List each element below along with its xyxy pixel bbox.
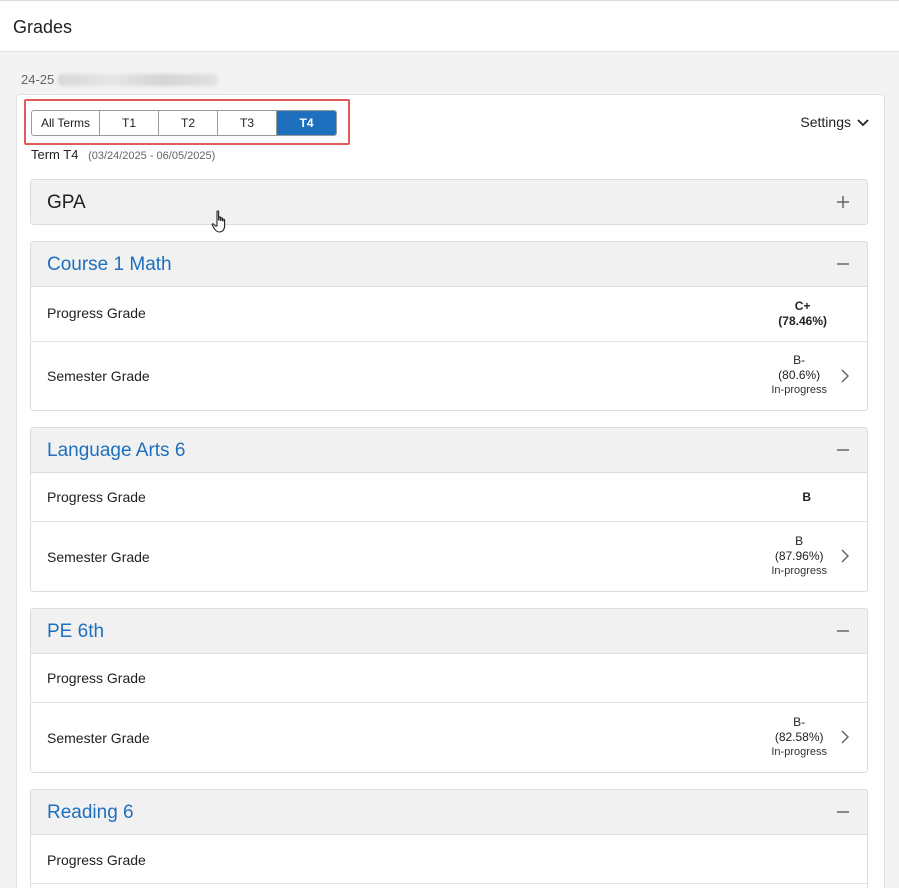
minus-icon[interactable]	[833, 621, 853, 641]
grade-letter: C+	[794, 299, 811, 313]
progress-grade-label: Progress Grade	[47, 852, 146, 868]
gpa-header[interactable]: GPA	[31, 180, 867, 224]
grade-status: In-progress	[771, 384, 827, 396]
semester-grade-label: Semester Grade	[47, 549, 150, 565]
course-name[interactable]: Reading 6	[47, 802, 134, 824]
course-header[interactable]: Course 1 Math	[31, 242, 867, 287]
chevron-right-icon[interactable]	[839, 369, 851, 383]
current-term-label: Term T4	[31, 147, 79, 162]
grade-letter: B	[802, 490, 811, 504]
gpa-card: GPA	[30, 179, 868, 225]
chevron-right-icon[interactable]	[839, 549, 851, 563]
highlight-box	[24, 99, 350, 145]
progress-grade-row: Progress Grade	[31, 835, 867, 884]
course-name[interactable]: Language Arts 6	[47, 440, 185, 462]
course-header[interactable]: Language Arts 6	[31, 428, 867, 473]
chevron-right-icon[interactable]	[839, 730, 851, 744]
hand-cursor-icon	[211, 210, 229, 239]
progress-grade-row: Progress Grade C+ (78.46%)	[31, 287, 867, 342]
progress-grade-label: Progress Grade	[47, 305, 146, 321]
semester-grade-label: Semester Grade	[47, 730, 150, 746]
course-name[interactable]: Course 1 Math	[47, 254, 172, 276]
course-card: Reading 6 Progress Grade	[30, 789, 868, 888]
minus-icon[interactable]	[833, 802, 853, 822]
progress-grade-label: Progress Grade	[47, 489, 146, 505]
semester-grade-value: B (87.96%) In-progress	[771, 534, 827, 579]
course-card: PE 6th Progress Grade Semester Grade B- …	[30, 608, 868, 773]
grade-status: In-progress	[771, 565, 827, 577]
progress-grade-row: Progress Grade	[31, 654, 867, 703]
progress-grade-row: Progress Grade B	[31, 473, 867, 522]
course-name[interactable]: PE 6th	[47, 621, 104, 643]
school-year-label: 24-25	[21, 72, 55, 87]
gpa-label: GPA	[47, 192, 86, 213]
grade-percent: (80.6%)	[778, 368, 821, 382]
course-header[interactable]: Reading 6	[31, 790, 867, 835]
course-header[interactable]: PE 6th	[31, 609, 867, 654]
minus-icon[interactable]	[833, 254, 853, 274]
grade-percent: (87.96%)	[774, 549, 824, 563]
semester-grade-row[interactable]: Semester Grade B- (82.58%) In-progress	[31, 703, 867, 772]
top-bar: Grades	[0, 0, 899, 52]
school-year-row: 24-25	[21, 72, 219, 87]
grade-letter: B-	[793, 353, 806, 367]
chevron-down-icon	[857, 114, 869, 130]
semester-grade-value: B- (82.58%) In-progress	[771, 715, 827, 760]
progress-grade-value: C+ (78.46%)	[778, 299, 827, 329]
semester-grade-row	[31, 884, 867, 888]
current-term-dates: (03/24/2025 - 06/05/2025)	[88, 150, 216, 162]
minus-icon[interactable]	[833, 440, 853, 460]
grade-percent: (78.46%)	[778, 314, 827, 328]
progress-grade-value: B	[802, 490, 811, 505]
course-card: Language Arts 6 Progress Grade B Semeste…	[30, 427, 868, 592]
settings-dropdown[interactable]: Settings	[800, 114, 869, 130]
grade-letter: B-	[793, 715, 806, 729]
redacted-student-info	[58, 73, 219, 86]
grade-percent: (82.58%)	[774, 730, 824, 744]
grade-letter: B	[795, 534, 804, 548]
semester-grade-row[interactable]: Semester Grade B (87.96%) In-progress	[31, 522, 867, 591]
progress-grade-label: Progress Grade	[47, 670, 146, 686]
plus-icon[interactable]	[833, 192, 853, 212]
page-title: Grades	[13, 17, 73, 37]
course-card: Course 1 Math Progress Grade C+ (78.46%)…	[30, 241, 868, 411]
semester-grade-label: Semester Grade	[47, 368, 150, 384]
settings-label: Settings	[800, 114, 851, 130]
grade-status: In-progress	[771, 746, 827, 758]
semester-grade-value: B- (80.6%) In-progress	[771, 353, 827, 398]
current-term: Term T4 (03/24/2025 - 06/05/2025)	[31, 147, 215, 162]
semester-grade-row[interactable]: Semester Grade B- (80.6%) In-progress	[31, 342, 867, 410]
